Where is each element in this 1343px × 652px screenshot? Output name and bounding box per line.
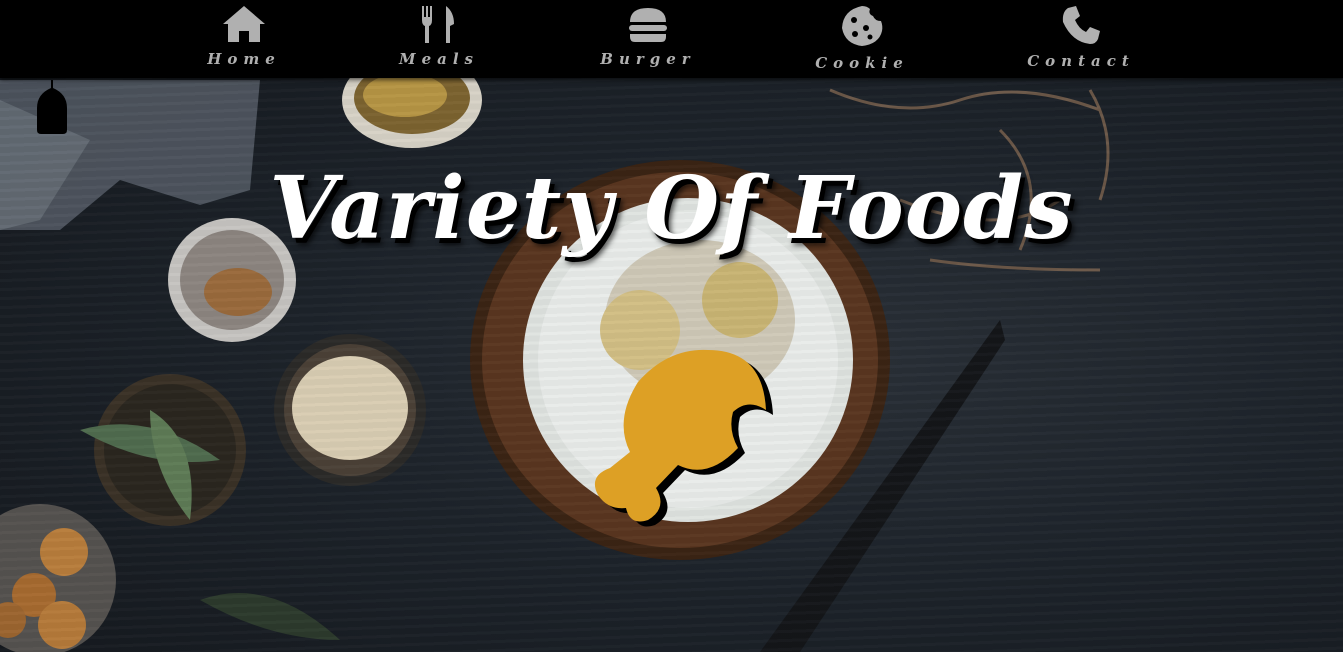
home-icon <box>223 6 265 42</box>
nav-item-home[interactable]: Home <box>169 0 319 78</box>
utensils-icon <box>422 6 454 43</box>
nav-label-burger: Burger <box>600 50 696 68</box>
nav-item-meals[interactable]: Meals <box>364 0 514 78</box>
food-table-illustration <box>0 52 1110 652</box>
nav-label-home: Home <box>207 50 281 68</box>
cookie-icon <box>842 6 883 46</box>
nav-label-cookie: Cookie <box>815 54 909 72</box>
burger-icon <box>629 8 667 42</box>
side-tab-handle[interactable] <box>37 80 67 134</box>
phone-icon <box>1062 6 1100 44</box>
hero-title: Variety Of Foods <box>269 158 1074 259</box>
background-photo <box>0 0 1343 652</box>
nav-item-contact[interactable]: Contact <box>1006 0 1156 78</box>
nav-item-burger[interactable]: Burger <box>573 0 723 78</box>
nav-item-cookie[interactable]: Cookie <box>787 0 937 78</box>
nav-label-contact: Contact <box>1027 52 1135 70</box>
nav-label-meals: Meals <box>398 50 479 68</box>
top-navigation-bar: Home Meals Burger Cookie Contact <box>0 0 1343 78</box>
drumstick-icon <box>594 349 773 527</box>
